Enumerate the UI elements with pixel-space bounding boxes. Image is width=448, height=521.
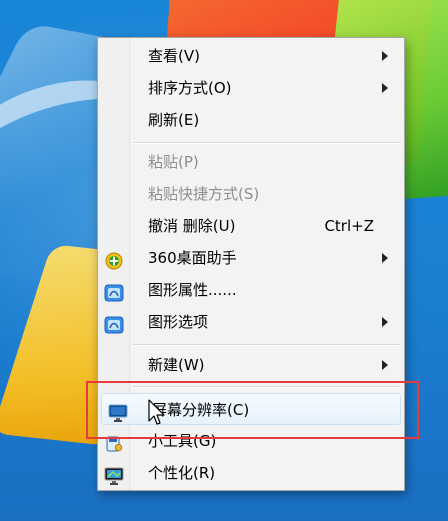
menu-item-graphics-properties[interactable]: 图形属性...... [98, 274, 404, 306]
personalize-icon [104, 464, 124, 485]
menu-item-label: 粘贴(P) [148, 153, 199, 171]
annotation-highlight-box [86, 381, 419, 439]
menu-item-label: 360桌面助手 [148, 249, 237, 267]
menu-item-label: 新建(W) [148, 356, 205, 374]
360-assistant-icon [104, 249, 124, 270]
menu-item-label: 排序方式(O) [148, 79, 232, 97]
menu-item-undo-delete[interactable]: 撤消 删除(U) Ctrl+Z [98, 210, 404, 242]
menu-item-view[interactable]: 查看(V) [98, 40, 404, 72]
menu-item-sort-by[interactable]: 排序方式(O) [98, 72, 404, 104]
graphics-properties-icon [104, 281, 124, 302]
menu-item-label: 刷新(E) [148, 111, 200, 129]
submenu-arrow-icon [382, 51, 388, 61]
menu-item-graphics-options[interactable]: 图形选项 [98, 306, 404, 338]
menu-item-new[interactable]: 新建(W) [98, 349, 404, 381]
submenu-arrow-icon [382, 317, 388, 327]
menu-item-shortcut: Ctrl+Z [324, 217, 374, 235]
submenu-arrow-icon [382, 360, 388, 370]
mouse-cursor-icon [148, 399, 165, 425]
menu-item-paste[interactable]: 粘贴(P) [98, 146, 404, 178]
menu-item-label: 粘贴快捷方式(S) [148, 185, 260, 203]
menu-item-label: 图形选项 [148, 313, 209, 331]
submenu-arrow-icon [382, 83, 388, 93]
graphics-options-icon [104, 313, 124, 334]
menu-item-refresh[interactable]: 刷新(E) [98, 104, 404, 136]
menu-item-label: 图形属性...... [148, 281, 237, 299]
menu-separator [134, 344, 400, 346]
submenu-arrow-icon [382, 253, 388, 263]
menu-separator [134, 142, 400, 144]
menu-item-label: 撤消 删除(U) [148, 217, 236, 235]
menu-item-personalize[interactable]: 个性化(R) [98, 457, 404, 489]
menu-item-paste-shortcut[interactable]: 粘贴快捷方式(S) [98, 178, 404, 210]
menu-item-label: 个性化(R) [148, 464, 216, 482]
menu-item-label: 查看(V) [148, 47, 200, 65]
menu-item-360-assistant[interactable]: 360桌面助手 [98, 242, 404, 274]
